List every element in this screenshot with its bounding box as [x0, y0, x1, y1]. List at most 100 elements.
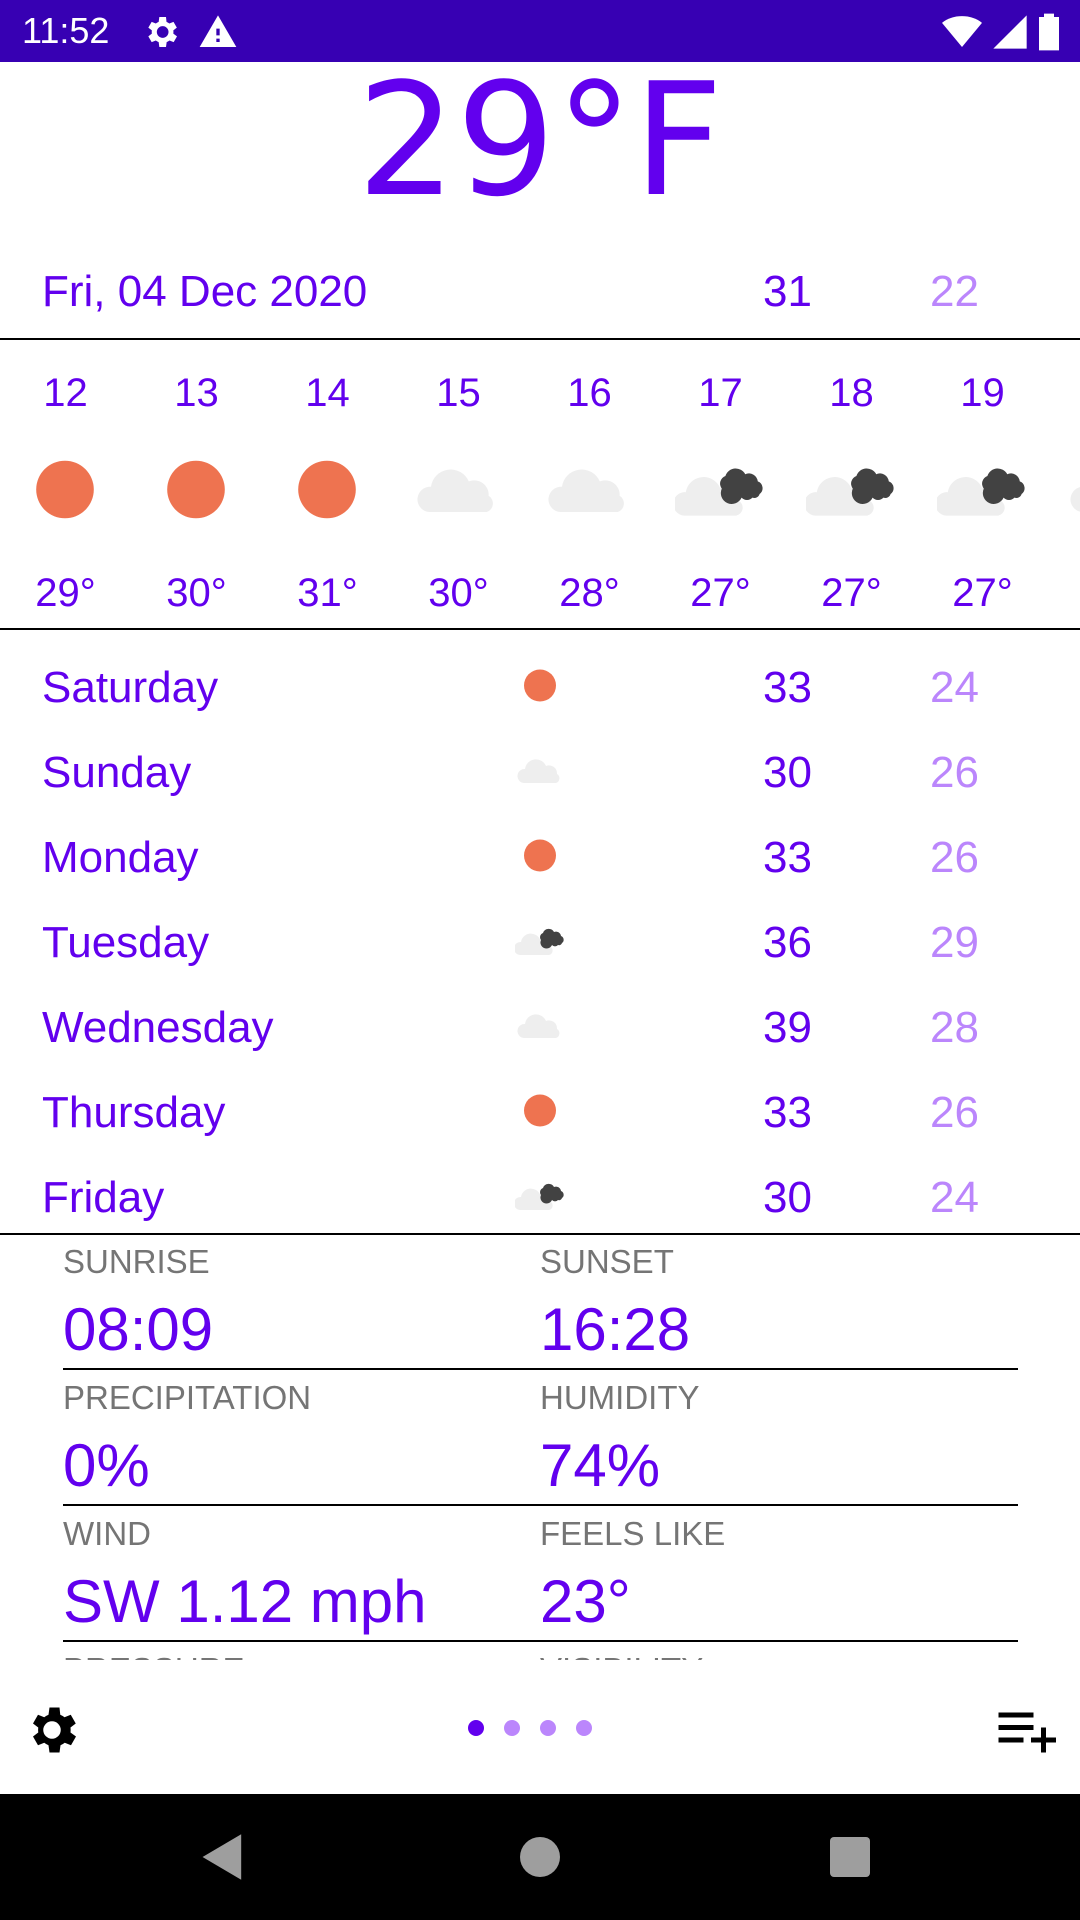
recents-button[interactable]: [830, 1837, 870, 1877]
day-name: Friday: [42, 1173, 165, 1222]
hour-temperature: 27°: [690, 571, 751, 615]
hour-temperature: 31°: [297, 571, 358, 615]
visibility-label: VISIBILITY: [540, 1650, 703, 1660]
current-temperature: 29°F: [356, 49, 724, 231]
details-panel[interactable]: SUNRISE SUNSET 08:09 16:28 PRECIPITATION…: [0, 1240, 1080, 1660]
sun-icon: [167, 460, 225, 519]
wifi-icon: [942, 16, 982, 47]
daily-row[interactable]: Sunday 30 26: [0, 745, 1080, 805]
divider: [63, 1504, 1018, 1506]
hourly-item: 15 30°: [393, 340, 524, 628]
day-low: 24: [930, 1173, 979, 1222]
sun-icon: [36, 460, 94, 519]
day-high: 39: [763, 1003, 812, 1052]
day-low: 26: [930, 833, 979, 882]
warning-icon: [199, 15, 237, 48]
hour-temperature: 29°: [35, 571, 96, 615]
hourly-item: 13 30°: [131, 340, 262, 628]
hourly-forecast[interactable]: 12 29° 13 30° 14 31° 15 30° 16 28° 17 27° 18 27° 19 27°: [0, 340, 1080, 628]
day-high: 30: [763, 748, 812, 797]
today-date: Fri, 04 Dec 2020: [42, 267, 368, 316]
day-low: 26: [930, 1088, 979, 1137]
hour-label: 16: [567, 371, 612, 415]
cloudy-dark-icon: [513, 1183, 564, 1210]
cloudy-dark-icon: [804, 468, 894, 516]
daily-row[interactable]: Wednesday 39 28: [0, 1000, 1080, 1060]
humidity-value: 74%: [540, 1432, 661, 1499]
hourly-item: 17 27°: [655, 340, 786, 628]
daily-forecast: Saturday 33 24 Sunday 30 26 Monday 33 26 Tuesday 3…: [0, 640, 1080, 1232]
hourly-item: 16 28°: [524, 340, 655, 628]
feels-like-label: FEELS LIKE: [540, 1515, 726, 1552]
divider: [0, 628, 1080, 630]
hour-temperature: 27°: [952, 571, 1013, 615]
page-dot[interactable]: [540, 1720, 556, 1736]
today-high: 31: [763, 267, 812, 316]
cloudy-dark-icon: [935, 468, 1025, 516]
hour-temperature: 30°: [428, 571, 489, 615]
back-button[interactable]: [200, 1832, 246, 1882]
day-high: 36: [763, 918, 812, 967]
sunset-label: SUNSET: [540, 1243, 674, 1280]
hourly-item: 14 31°: [262, 340, 393, 628]
gear-icon: [148, 17, 177, 47]
day-name: Thursday: [42, 1088, 226, 1137]
humidity-label: HUMIDITY: [540, 1379, 700, 1416]
daily-row[interactable]: Saturday 33 24: [0, 660, 1080, 720]
hour-label: 13: [174, 371, 219, 415]
cloudy-dark-icon: [513, 928, 564, 955]
sunset-value: 16:28: [540, 1296, 691, 1363]
status-time: 11:52: [22, 10, 110, 51]
divider: [0, 1233, 1080, 1235]
wind-label: WIND: [63, 1515, 151, 1552]
sunrise-value: 08:09: [63, 1296, 214, 1363]
cloudy-dark-icon: [673, 468, 763, 516]
playlist-add-icon[interactable]: [996, 1705, 1056, 1755]
feels-like-value: 23°: [540, 1568, 631, 1635]
cloud-icon: [417, 469, 493, 512]
day-name: Monday: [42, 833, 199, 882]
divider: [63, 1368, 1018, 1370]
today-low: 22: [930, 267, 979, 316]
hour-label: 15: [436, 371, 481, 415]
hour-label: 14: [305, 371, 350, 415]
day-low: 29: [930, 918, 979, 967]
day-high: 33: [763, 663, 812, 712]
hour-label: 17: [698, 371, 743, 415]
cloud-icon: [517, 1014, 560, 1038]
hour-temperature: 27°: [821, 571, 882, 615]
day-low: 26: [930, 748, 979, 797]
settings-button[interactable]: [22, 1700, 82, 1760]
page-dot[interactable]: [504, 1720, 520, 1736]
sun-icon: [524, 669, 556, 702]
daily-row[interactable]: Tuesday 36 29: [0, 915, 1080, 975]
precipitation-label: PRECIPITATION: [63, 1379, 312, 1416]
day-low: 24: [930, 663, 979, 712]
sunrise-label: SUNRISE: [63, 1243, 210, 1280]
wind-value: SW 1.12 mph: [63, 1568, 427, 1635]
hourly-item: 18 27°: [786, 340, 917, 628]
cloud-icon: [517, 759, 560, 783]
day-name: Wednesday: [42, 1003, 274, 1052]
daily-row[interactable]: Friday 30 24: [0, 1170, 1080, 1230]
sun-icon: [524, 839, 556, 872]
signal-icon: [993, 15, 1027, 49]
page-dot[interactable]: [576, 1720, 592, 1736]
day-high: 33: [763, 1088, 812, 1137]
divider: [63, 1640, 1018, 1642]
hourly-item: 19 27°: [917, 340, 1048, 628]
hour-label: 18: [829, 371, 874, 415]
daily-row[interactable]: Thursday 33 26: [0, 1085, 1080, 1145]
day-name: Tuesday: [42, 918, 210, 967]
sun-icon: [524, 1094, 556, 1127]
day-low: 28: [930, 1003, 979, 1052]
day-high: 33: [763, 833, 812, 882]
hourly-item: 12 29°: [0, 340, 131, 628]
daily-row[interactable]: Monday 33 26: [0, 830, 1080, 890]
battery-icon: [1039, 13, 1059, 51]
page-dot[interactable]: [468, 1720, 484, 1736]
cloud-icon: [1070, 487, 1080, 512]
day-name: Sunday: [42, 748, 192, 797]
home-button[interactable]: [520, 1837, 560, 1877]
hour-label: 19: [960, 371, 1005, 415]
